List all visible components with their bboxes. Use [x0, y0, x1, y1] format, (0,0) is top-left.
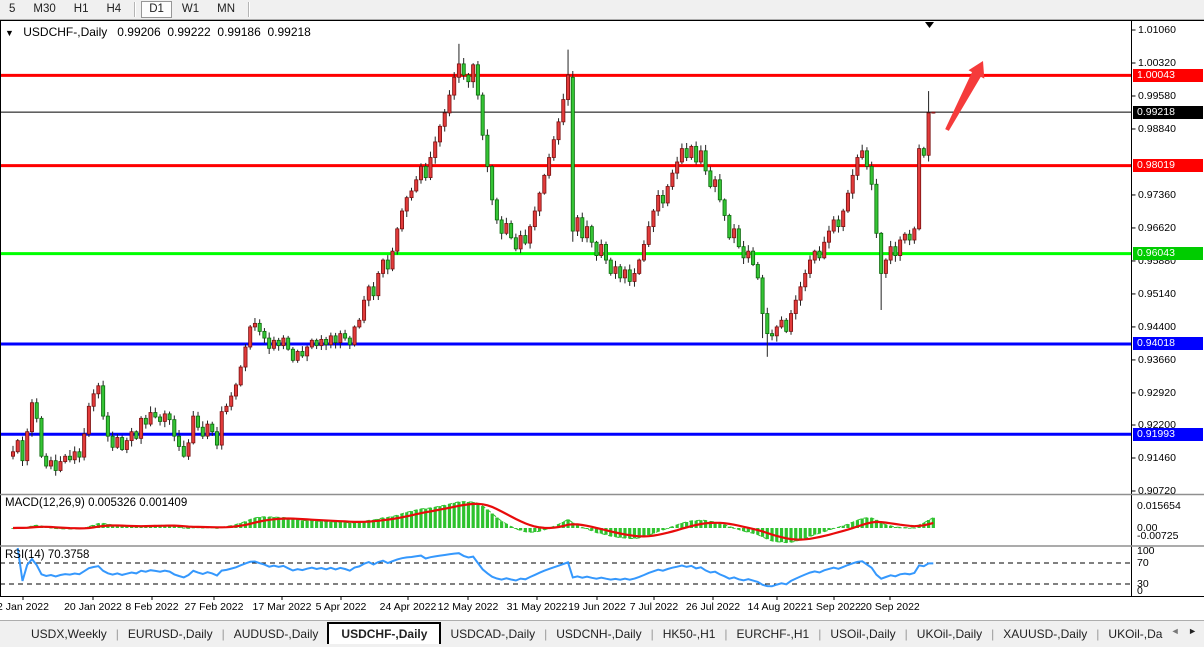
chart-tab-usdchf-daily[interactable]: USDCHF-,Daily — [327, 622, 441, 644]
level-price-label: 0.98019 — [1133, 159, 1203, 172]
price-tick-label: 0.97360 — [1138, 189, 1176, 201]
price-tick-label: 0.95140 — [1138, 288, 1176, 300]
price-tick-label: 0.92920 — [1138, 387, 1176, 399]
chart-shift-marker-icon — [925, 22, 934, 28]
period-button-5[interactable]: 5 — [1, 1, 23, 18]
bar-low-value: 0.99186 — [217, 25, 260, 39]
chart-tab-audusd-daily[interactable]: AUDUSD-,Daily — [225, 624, 328, 644]
macd-panel-label: MACD(12,26,9) 0.005326 0.001409 — [5, 497, 187, 509]
price-tick-label: 0.98840 — [1138, 123, 1176, 135]
tab-scroll-right-icon[interactable]: ► — [1188, 626, 1200, 636]
toolbar-separator — [134, 2, 136, 17]
tab-scroll-left-icon[interactable]: ◄ — [1171, 626, 1183, 636]
rsi-axis-label: 100 — [1137, 545, 1155, 557]
price-tick-label: 0.93660 — [1138, 354, 1176, 366]
macd-name: MACD(12,26,9) — [5, 497, 85, 509]
chart-symbol-label: USDCHF-,Daily — [23, 25, 107, 39]
one-click-trading-arrow-icon[interactable]: ▼ — [5, 28, 14, 38]
rsi-layer — [0, 548, 1131, 586]
chart-title: ▼ USDCHF-,Daily 0.99206 0.99222 0.99186 … — [5, 25, 311, 39]
level-price-label: 0.96043 — [1133, 247, 1203, 260]
macd-axis-label: -0.00725 — [1137, 530, 1178, 542]
price-tick-label: 1.01060 — [1138, 24, 1176, 36]
tab-scroll-arrows[interactable]: ◄ ► — [1171, 626, 1200, 636]
price-tick-label: 0.91460 — [1138, 452, 1176, 464]
chart-tab-ukoil-da[interactable]: UKOil-,Da — [1099, 624, 1171, 644]
level-price-label: 0.91993 — [1133, 428, 1203, 441]
rsi-panel-label: RSI(14) 70.3758 — [5, 549, 89, 561]
level-price-label: 0.99218 — [1133, 106, 1203, 119]
level-price-label: 1.00043 — [1133, 69, 1203, 82]
period-button-h1[interactable]: H1 — [66, 1, 97, 18]
bar-close-value: 0.99218 — [267, 25, 310, 39]
period-button-w1[interactable]: W1 — [174, 1, 207, 18]
price-tick-label: 0.99580 — [1138, 90, 1176, 102]
date-tick-label: 20 Sep 2022 — [850, 601, 930, 613]
chart-tab-usdx-weekly[interactable]: USDX,Weekly — [22, 624, 116, 644]
bar-high-value: 0.99222 — [167, 25, 210, 39]
period-button-h4[interactable]: H4 — [98, 1, 129, 18]
chart-tab-xauusd-daily[interactable]: XAUUSD-,Daily — [994, 624, 1096, 644]
toolbar-separator — [248, 2, 250, 17]
price-tick-label: 1.00320 — [1138, 57, 1176, 69]
price-chart-canvas[interactable] — [0, 0, 1204, 647]
macd-axis-label: 0.015654 — [1137, 500, 1181, 512]
chart-tab-hk50-h1[interactable]: HK50-,H1 — [654, 624, 725, 644]
horizontal-level-lines — [1, 75, 1131, 434]
rsi-axis-label: 0 — [1137, 585, 1143, 597]
candles-layer — [11, 44, 935, 476]
macd-values: 0.005326 0.001409 — [88, 497, 187, 509]
price-tick-label: 0.94400 — [1138, 321, 1176, 333]
period-button-mn[interactable]: MN — [209, 1, 243, 18]
chart-tab-usoil-daily[interactable]: USOil-,Daily — [821, 624, 904, 644]
chart-tab-bar: USDX,Weekly|EURUSD-,Daily|AUDUSD-,DailyU… — [0, 620, 1204, 647]
period-button-d1[interactable]: D1 — [141, 1, 172, 18]
date-tick-label: 12 May 2022 — [428, 601, 508, 613]
trend-arrow-annotation — [945, 61, 984, 131]
chart-tab-usdcad-daily[interactable]: USDCAD-,Daily — [441, 624, 544, 644]
chart-tab-eurusd-daily[interactable]: EURUSD-,Daily — [119, 624, 222, 644]
price-tick-label: 0.90720 — [1138, 485, 1176, 497]
rsi-axis-label: 70 — [1137, 557, 1149, 569]
level-price-label: 0.94018 — [1133, 337, 1203, 350]
rsi-name: RSI(14) — [5, 549, 45, 561]
rsi-value: 70.3758 — [48, 549, 90, 561]
period-toolbar: 5M30H1H4 D1W1MN — [0, 0, 1204, 20]
mt4-terminal-window: 5M30H1H4 D1W1MN ▼ USDCHF-,Daily 0.99206 0… — [0, 0, 1204, 647]
price-tick-label: 0.96620 — [1138, 222, 1176, 234]
bar-open-value: 0.99206 — [117, 25, 160, 39]
chart-tab-eurchf-h1[interactable]: EURCHF-,H1 — [728, 624, 819, 644]
chart-tab-ukoil-daily[interactable]: UKOil-,Daily — [908, 624, 991, 644]
period-button-m30[interactable]: M30 — [25, 1, 63, 18]
chart-tab-usdcnh-daily[interactable]: USDCNH-,Daily — [547, 624, 650, 644]
